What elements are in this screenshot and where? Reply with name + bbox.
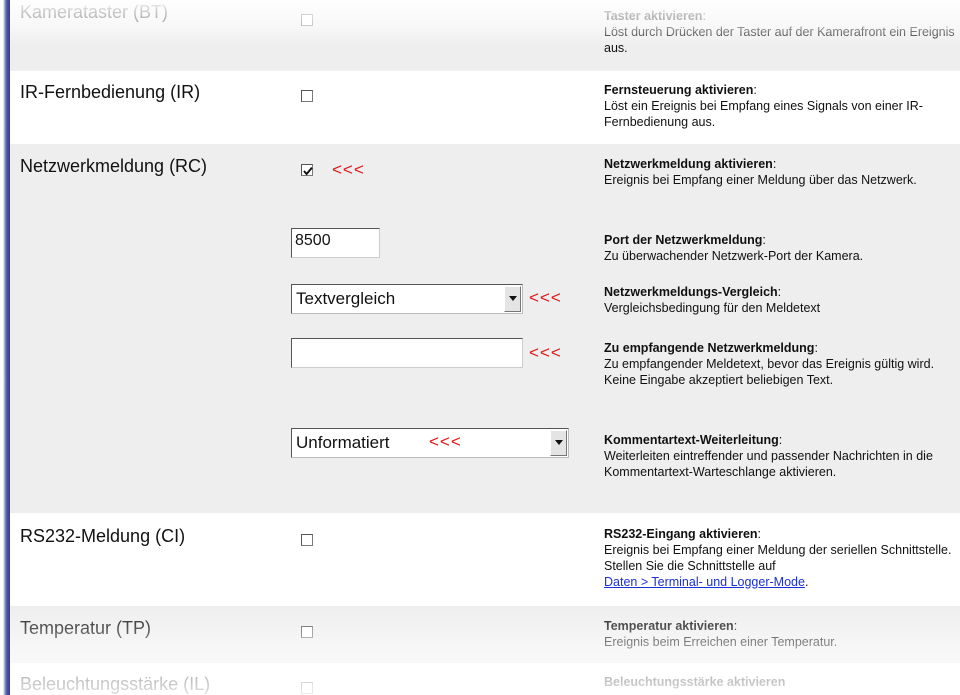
- label-rs232: RS232-Meldung (CI): [20, 526, 186, 546]
- desc-text-port: Zu überwachender Netzwerk-Port der Kamer…: [604, 249, 864, 263]
- terminal-logger-link[interactable]: Daten > Terminal- und Logger-Mode: [604, 575, 805, 589]
- chevron-down-icon: [509, 296, 517, 301]
- marker-kommentar: <<<: [429, 432, 462, 451]
- left-accent-bar: [0, 0, 10, 695]
- desc-head-vergleich: Netzwerkmeldungs-Vergleich: [604, 285, 778, 299]
- desc-head-beleuchtung: Beleuchtungsstärke aktivieren: [604, 675, 786, 689]
- vergleich-dropdown-button[interactable]: [504, 286, 521, 312]
- desc-rs232: RS232-Eingang aktivieren: Ereignis bei E…: [604, 527, 952, 589]
- desc-vergleich: Netzwerkmeldungs-Vergleich: Vergleichsbe…: [604, 285, 821, 315]
- desc-head-ir: Fernsteuerung aktivieren: [604, 83, 754, 97]
- desc-meldetext: Zu empfangende Netzwerkmeldung: Zu empfa…: [604, 341, 935, 387]
- row-kamerataster: Kamerataster (BT) Taster aktivieren: Lös…: [10, 0, 960, 72]
- label-temperatur: Temperatur (TP): [20, 618, 152, 638]
- desc-text-temperatur: Ereignis beim Erreichen einer Temperatur…: [604, 635, 838, 649]
- desc-text-kommentar: Weiterleiten eintreffender und passender…: [604, 449, 933, 479]
- row-beleuchtung: Beleuchtungsstärke (IL) Beleuchtungsstär…: [10, 664, 960, 695]
- desc-head-rs232: RS232-Eingang aktivieren: [604, 527, 758, 541]
- desc-text-vergleich: Vergleichsbedingung für den Meldetext: [604, 301, 821, 315]
- checkbox-netzwerkmeldung[interactable]: [301, 164, 313, 176]
- desc-beleuchtung: Beleuchtungsstärke aktivieren: [604, 674, 960, 690]
- desc-head-kamerataster: Taster aktivieren: [604, 9, 703, 23]
- row-rs232: RS232-Meldung (CI) RS232-Eingang aktivie…: [10, 514, 960, 606]
- checkmark-icon: [303, 166, 313, 176]
- row-ir-fernbedienung: IR-Fernbedienung (IR) Fernsteuerung akti…: [10, 72, 960, 144]
- label-ir-fernbedienung: IR-Fernbedienung (IR): [20, 82, 201, 102]
- label-beleuchtung: Beleuchtungsstärke (IL): [20, 674, 211, 694]
- kommentar-select-value: Unformatiert: [296, 433, 390, 452]
- chevron-down-icon: [555, 440, 563, 445]
- desc-text-meldetext: Zu empfangender Meldetext, bevor das Ere…: [604, 357, 935, 387]
- marker-meldetext: <<<: [529, 343, 562, 362]
- marker-vergleich: <<<: [529, 288, 562, 307]
- checkbox-temperatur[interactable]: [301, 626, 313, 638]
- desc-temperatur: Temperatur aktivieren: Ereignis beim Err…: [604, 619, 838, 649]
- label-netzwerkmeldung: Netzwerkmeldung (RC): [20, 156, 208, 176]
- desc-text-ir: Löst ein Ereignis bei Empfang eines Sign…: [604, 99, 923, 129]
- desc-netzwerk: Netzwerkmeldung aktivieren: Ereignis bei…: [604, 157, 917, 187]
- desc-kommentar: Kommentartext-Weiterleitung: Weiterleite…: [604, 433, 933, 479]
- meldetext-input[interactable]: [291, 338, 523, 368]
- desc-head-temperatur: Temperatur aktivieren: [604, 619, 734, 633]
- checkbox-beleuchtung[interactable]: [301, 682, 313, 694]
- desc-text-netzwerk: Ereignis bei Empfang einer Meldung über …: [604, 173, 917, 187]
- marker-netzwerkmeldung: <<<: [332, 160, 365, 179]
- desc-kamerataster: Taster aktivieren: Löst durch Drücken de…: [604, 9, 955, 55]
- desc-head-meldetext: Zu empfangende Netzwerkmeldung: [604, 341, 815, 355]
- checkbox-kamerataster[interactable]: [301, 14, 313, 26]
- desc-ir: Fernsteuerung aktivieren: Löst ein Ereig…: [604, 83, 923, 129]
- checkbox-rs232[interactable]: [301, 534, 313, 546]
- row-temperatur: Temperatur (TP) Temperatur aktivieren: E…: [10, 606, 960, 664]
- vergleich-select-value: Textvergleich: [296, 289, 396, 308]
- desc-head-kommentar: Kommentartext-Weiterleitung: [604, 433, 779, 447]
- port-input[interactable]: 8500: [291, 228, 380, 258]
- checkbox-ir-fernbedienung[interactable]: [301, 90, 313, 102]
- desc-text-kamerataster: Löst durch Drücken der Taster auf der Ka…: [604, 25, 955, 55]
- desc-text-rs232: Ereignis bei Empfang einer Meldung der s…: [604, 543, 952, 573]
- kommentar-dropdown-button[interactable]: [550, 430, 567, 456]
- vergleich-select[interactable]: Textvergleich: [291, 284, 523, 314]
- label-kamerataster: Kamerataster (BT): [20, 2, 169, 22]
- section-netzwerkmeldung: Netzwerkmeldung (RC) <<< Netzwerkmeldung…: [10, 144, 960, 514]
- desc-port: Port der Netzwerkmeldung: Zu überwachend…: [604, 233, 864, 263]
- desc-head-port: Port der Netzwerkmeldung: [604, 233, 763, 247]
- kommentar-select[interactable]: Unformatiert <<<: [291, 428, 569, 458]
- desc-head-netzwerk: Netzwerkmeldung aktivieren: [604, 157, 773, 171]
